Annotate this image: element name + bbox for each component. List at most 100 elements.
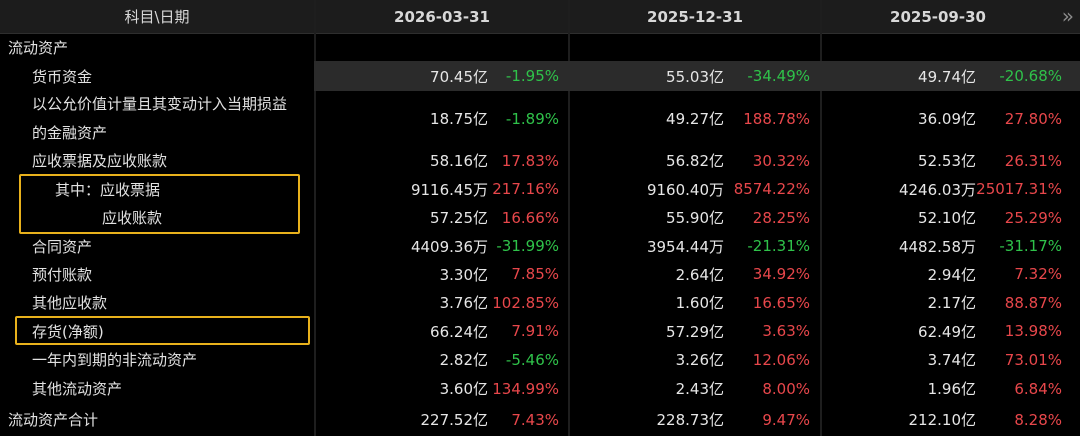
table-row[interactable]: 货币资金 70.45亿 -1.95% 55.03亿 -34.49% 49.74亿 -20.6… <box>32 61 1080 91</box>
cell-change-pct: 27.80% <box>1004 109 1062 128</box>
cell-change-pct: 25017.31% <box>976 180 1062 198</box>
cell-change-pct: 26.31% <box>1004 151 1062 170</box>
cell-value: 227.52亿 <box>420 411 489 429</box>
cell-value: 4409.36万 <box>410 237 488 256</box>
table-row[interactable]: 流动资产 <box>0 34 1080 61</box>
cell-change-pct: 134.99% <box>492 379 559 398</box>
highlight-box-inventory <box>15 316 310 345</box>
expand-columns-icon[interactable]: » <box>1062 0 1074 34</box>
cell-value: 2.82亿 <box>439 351 488 369</box>
cell-value: 228.73亿 <box>656 411 725 429</box>
header-date-3[interactable]: 2025-09-30 <box>822 0 1054 34</box>
cell-change-pct: 188.78% <box>743 109 810 128</box>
table-row[interactable]: 应收票据及应收账款 58.16亿 17.83% 56.82亿 30.32% 52.53亿 2… <box>0 146 1080 175</box>
cell-value: 1.60亿 <box>675 294 724 312</box>
cell-change-pct: 9.47% <box>762 410 810 429</box>
cell-value: 4246.03万 <box>898 180 976 199</box>
header-date-2[interactable]: 2025-12-31 <box>570 0 820 34</box>
cell-change-pct: 217.16% <box>492 180 559 198</box>
cell-change-pct: 16.65% <box>752 293 810 312</box>
cell-value: 212.10亿 <box>908 411 977 429</box>
row-label: 货币资金 <box>32 67 93 86</box>
table-row[interactable]: 其他流动资产 3.60亿 134.99% 2.43亿 8.00% 1.96亿 6.84% <box>0 374 1080 403</box>
row-label: 其他流动资产 <box>32 380 123 398</box>
cell-change-pct: -1.89% <box>505 109 559 128</box>
cell-value: 2.17亿 <box>927 294 976 312</box>
cell-change-pct: -31.99% <box>496 237 559 255</box>
cell-change-pct: -31.17% <box>999 237 1062 255</box>
cell-change-pct: -5.46% <box>505 350 559 369</box>
cell-value: 3.60亿 <box>439 380 488 398</box>
cell-value: 1.96亿 <box>927 380 976 398</box>
cell-value: 55.90亿 <box>666 209 724 227</box>
table-row[interactable]: 合同资产 4409.36万 -31.99% 3954.44万 -21.31% 4482.5… <box>0 232 1080 260</box>
cell-value: 2.64亿 <box>675 265 724 284</box>
cell-value: 57.29亿 <box>666 322 724 341</box>
row-label: 合同资产 <box>32 237 93 256</box>
table-header: 科目\日期 2026-03-31 2025-12-31 2025-09-30 » <box>0 0 1080 34</box>
cell-change-pct: 13.98% <box>1004 322 1062 340</box>
cell-change-pct: 88.87% <box>1004 293 1062 312</box>
cell-value: 3.76亿 <box>439 294 488 312</box>
cell-value: 2.94亿 <box>927 265 976 284</box>
cell-value: 52.10亿 <box>918 209 976 227</box>
cell-value: 3.26亿 <box>675 351 724 369</box>
cell-value: 9116.45万 <box>410 180 488 199</box>
cell-change-pct: 8.28% <box>1014 410 1062 429</box>
cell-value: 62.49亿 <box>918 322 976 341</box>
cell-value: 18.75亿 <box>430 110 488 128</box>
cell-change-pct: 8.00% <box>762 379 810 398</box>
cell-change-pct: -34.49% <box>747 67 810 85</box>
cell-change-pct: 8574.22% <box>733 180 810 198</box>
cell-value: 36.09亿 <box>918 110 976 128</box>
cell-value: 58.16亿 <box>430 152 488 170</box>
cell-change-pct: 6.84% <box>1014 379 1062 398</box>
cell-change-pct: 7.43% <box>511 410 559 429</box>
table-row[interactable]: 流动资产合计 227.52亿 7.43% 228.73亿 9.47% 212.10亿 8.2… <box>0 403 1080 436</box>
row-label: 流动资产 <box>8 39 69 57</box>
cell-change-pct: 7.85% <box>511 265 559 283</box>
cell-change-pct: 7.32% <box>1014 265 1062 283</box>
cell-value: 70.45亿 <box>430 67 488 86</box>
cell-change-pct: 16.66% <box>501 208 559 227</box>
cell-change-pct: 102.85% <box>492 293 559 312</box>
row-label: 流动资产合计 <box>8 411 99 429</box>
cell-change-pct: 34.92% <box>752 265 810 283</box>
cell-value: 3954.44万 <box>646 237 724 256</box>
row-label-line: 的金融资产 <box>32 123 108 142</box>
table-row[interactable]: 其他应收款 3.76亿 102.85% 1.60亿 16.65% 2.17亿 88.87% <box>0 288 1080 317</box>
cell-change-pct: 73.01% <box>1004 350 1062 369</box>
cell-change-pct: -20.68% <box>999 67 1062 85</box>
cell-change-pct: 28.25% <box>752 208 810 227</box>
cell-change-pct: 30.32% <box>752 151 810 170</box>
balance-sheet-table: 科目\日期 2026-03-31 2025-12-31 2025-09-30 »… <box>0 0 1080 436</box>
cell-value: 49.74亿 <box>918 67 976 86</box>
row-label: 应收票据及应收账款 <box>32 152 168 170</box>
header-date-1[interactable]: 2026-03-31 <box>316 0 568 34</box>
header-label: 科目\日期 <box>124 8 190 26</box>
cell-change-pct: 25.29% <box>1004 208 1062 227</box>
cell-value: 52.53亿 <box>918 152 976 170</box>
cell-value: 9160.40万 <box>646 180 724 199</box>
cell-change-pct: -21.31% <box>747 237 810 255</box>
cell-value: 3.74亿 <box>927 351 976 369</box>
cell-value: 4482.58万 <box>898 237 976 256</box>
cell-change-pct: 7.91% <box>511 322 559 340</box>
highlight-box-receivables <box>19 174 300 234</box>
cell-value: 56.82亿 <box>666 152 724 170</box>
cell-value: 2.43亿 <box>675 380 724 398</box>
cell-change-pct: 3.63% <box>762 322 810 340</box>
cell-value: 66.24亿 <box>430 322 488 341</box>
row-label: 一年内到期的非流动资产 <box>32 351 198 369</box>
cell-value: 55.03亿 <box>666 67 724 86</box>
table-row[interactable]: 一年内到期的非流动资产 2.82亿 -5.46% 3.26亿 12.06% 3.74亿 73… <box>0 345 1080 374</box>
cell-change-pct: 12.06% <box>752 350 810 369</box>
cell-change-pct: -1.95% <box>505 67 559 85</box>
row-label: 其他应收款 <box>32 294 108 312</box>
row-label: 以公允价值计量且其变动计入当期损益 的金融资产 <box>32 91 287 146</box>
table-row[interactable]: 预付账款 3.30亿 7.85% 2.64亿 34.92% 2.94亿 7.32% <box>0 260 1080 288</box>
table-row[interactable]: 以公允价值计量且其变动计入当期损益 的金融资产 18.75亿 -1.89% 49.27亿… <box>0 91 1080 146</box>
cell-value: 3.30亿 <box>439 265 488 284</box>
cell-value: 49.27亿 <box>666 110 724 128</box>
row-label: 预付账款 <box>32 265 93 284</box>
